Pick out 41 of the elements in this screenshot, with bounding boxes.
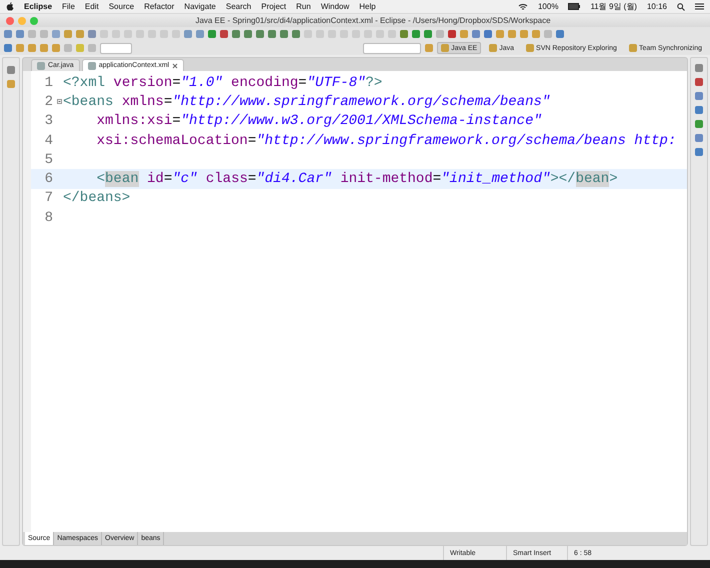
line-number: 4 (44, 132, 54, 149)
line-number: 8 (44, 210, 54, 226)
line-number: 2 (44, 94, 54, 110)
menu-item[interactable]: Eclipse (24, 2, 52, 11)
line-number: 5 (44, 152, 54, 168)
minimize-button[interactable] (18, 16, 26, 24)
menu-item[interactable]: Source (108, 2, 134, 11)
line-number: 1 (44, 74, 54, 91)
line-number: 7 (44, 190, 54, 206)
menu-date[interactable]: 11월 9일 (월) (590, 1, 637, 12)
menu-item[interactable]: Edit (84, 2, 99, 11)
code-line: <bean id="c" class="di4.Car" init-method="init_method"></bean> (96, 171, 618, 188)
list-icon[interactable] (695, 3, 704, 10)
combo-field[interactable] (100, 42, 132, 54)
battery-percent: 100% (538, 2, 558, 11)
fold-icon[interactable] (56, 99, 62, 104)
close-button[interactable] (6, 16, 14, 24)
code-line: <?xml version="1.0" encoding="UTF-8"?> (63, 74, 382, 91)
menu-item[interactable]: File (62, 2, 75, 11)
menu-item[interactable]: Refactor (144, 2, 174, 11)
menu-item[interactable]: Window (320, 2, 350, 11)
line-number: 3 (44, 113, 54, 130)
menu-item[interactable]: Project (261, 2, 286, 11)
code-line: xsi:schemaLocation="http://www.springframework.org/schema/beans http: (96, 132, 676, 149)
code-line: </beans> (63, 190, 130, 206)
search-icon[interactable] (677, 2, 685, 10)
code-line: <beans xmlns="http://www.springframework.org/schema/beans" (63, 94, 550, 110)
apple-icon[interactable] (6, 2, 14, 11)
line-number: 6 (44, 171, 54, 188)
quick-access-field[interactable] (363, 42, 422, 54)
zoom-button[interactable] (30, 16, 38, 24)
menu-item[interactable]: Help (359, 2, 376, 11)
code-line: xmlns:xsi="http://www.w3.org/2001/XMLSchema-instance" (96, 113, 542, 130)
menu-item[interactable]: Run (296, 2, 311, 11)
menu-time[interactable]: 10:16 (646, 2, 667, 11)
menu-item[interactable]: Search (226, 2, 252, 11)
window-title: Java EE - Spring01/src/di4/applicationContext.xml - Eclipse - /Users/Hong/Dropbox/SDS/Workspace (194, 16, 552, 25)
close-icon (172, 62, 178, 68)
wifi-icon[interactable] (518, 2, 528, 10)
menu-item[interactable]: Navigate (184, 2, 216, 11)
battery-icon[interactable] (568, 3, 580, 10)
